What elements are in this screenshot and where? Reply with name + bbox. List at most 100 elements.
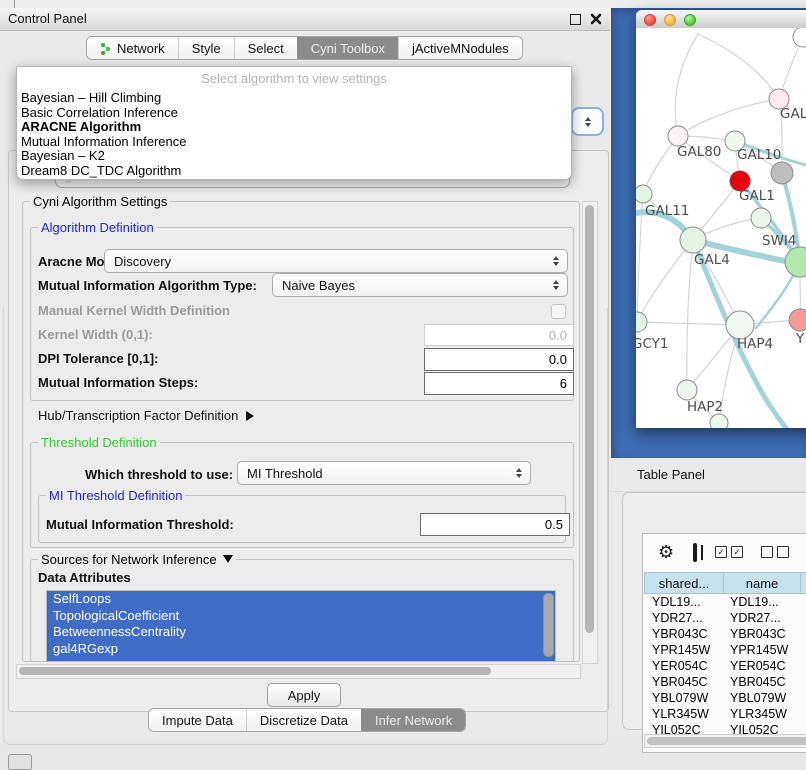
attribute-list-item-gal4rgexp[interactable]: gal4RGexp (47, 641, 555, 658)
mi-steps-label: Mutual Information Steps: (38, 375, 198, 390)
network-edge (637, 240, 693, 322)
table-cell: YPR145W (722, 642, 798, 658)
tab-discretize-data[interactable]: Discretize Data (246, 709, 361, 731)
mi-threshold-field[interactable]: 0.5 (420, 513, 570, 536)
algorithm-definition-title: Algorithm Definition (38, 220, 157, 235)
node-label-y: Y (795, 331, 805, 347)
minimize-traffic-light-icon[interactable] (664, 14, 676, 26)
tab-network[interactable]: Network (87, 37, 178, 59)
dpi-tolerance-field[interactable]: 0.0 (424, 348, 574, 371)
attribute-list-item-betweennesscentrality[interactable]: BetweennessCentrality (47, 624, 555, 641)
which-threshold-combobox[interactable]: MI Threshold (237, 461, 531, 485)
attribute-list-item-selfloops[interactable]: SelfLoops (47, 591, 555, 608)
node-gal4[interactable] (680, 227, 706, 253)
scrollbar-thumb[interactable] (19, 667, 491, 675)
scrollbar-thumb[interactable] (585, 205, 594, 633)
tab-label: jActiveMNodules (412, 41, 509, 56)
column-header-shared[interactable]: shared... (644, 572, 724, 594)
table-cell: YDL19... (644, 594, 722, 610)
table-row[interactable]: YPR145WYPR145W9. (644, 642, 806, 658)
node-label-hap2: HAP2 (687, 399, 723, 415)
tab-select[interactable]: Select (234, 37, 297, 59)
column-header-item[interactable] (801, 572, 806, 594)
manual-kernel-width-checkbox[interactable] (551, 304, 566, 319)
table-panel-title: Table Panel (637, 467, 705, 482)
table-cell: YDR27... (644, 610, 722, 626)
tab-impute-data[interactable]: Impute Data (149, 709, 246, 731)
table-row[interactable]: YER054CYER054C8. (644, 658, 806, 674)
kernel-width-field[interactable]: 0.0 (424, 324, 574, 346)
dropdown-item-dream8-dc-tdc-algorithm[interactable]: Dream8 DC_TDC Algorithm (17, 164, 571, 179)
node-gal80[interactable] (668, 126, 688, 146)
table-cell: YBR045C (722, 674, 798, 690)
mi-threshold-definition-title: MI Threshold Definition (46, 488, 185, 503)
mi-steps-field[interactable]: 6 (424, 372, 574, 395)
network-canvas[interactable]: GALGAL80GAL10GAL1GAL11SWI4GAL4GCY1HAP4YH… (636, 28, 806, 428)
table-row[interactable]: YDR27...YDR27...12 (644, 610, 806, 626)
dropdown-item-mutual-information-inference[interactable]: Mutual Information Inference (17, 135, 571, 150)
dropdown-item-bayesian-hill-climbing[interactable]: Bayesian – Hill Climbing (17, 91, 571, 106)
tab-cyni-toolbox[interactable]: Cyni Toolbox (297, 37, 398, 59)
deselect-all-icon[interactable] (761, 546, 789, 558)
close-icon[interactable] (590, 13, 602, 25)
dropdown-item-aracne-algorithm[interactable]: ARACNE Algorithm (17, 120, 571, 135)
network-window[interactable]: GALGAL80GAL10GAL1GAL11SWI4GAL4GCY1HAP4YH… (636, 10, 806, 428)
node-bottom[interactable] (710, 414, 728, 428)
float-window-icon[interactable] (570, 14, 581, 25)
settings-horizontal-scrollbar[interactable] (16, 664, 581, 679)
cyni-algorithm-settings-title: Cyni Algorithm Settings (30, 194, 170, 209)
gear-icon[interactable]: ⚙ (658, 543, 674, 561)
threshold-definition-title: Threshold Definition (38, 435, 160, 450)
data-attributes-label: Data Attributes (38, 570, 131, 585)
attribute-list-item[interactable] (47, 657, 555, 662)
node-salmon[interactable] (789, 309, 806, 331)
algorithm-combobox-stepper[interactable] (571, 107, 604, 136)
node-label-hap4: HAP4 (737, 336, 773, 352)
table-cell: YBL079W (722, 690, 798, 706)
node-gcy1[interactable] (636, 312, 647, 332)
table-row[interactable]: YLR345WYLR345W9. (644, 706, 806, 722)
control-panel: Control Panel NetworkStyleSelectCyni Too… (0, 8, 610, 738)
network-window-titlebar[interactable] (636, 10, 806, 29)
scrollbar-thumb[interactable] (647, 737, 806, 745)
collapsed-panel-icon[interactable] (8, 754, 32, 770)
table-row[interactable]: YBL079WYBL079W (644, 690, 806, 706)
node-hap2[interactable] (677, 380, 697, 400)
network-edge (678, 99, 779, 136)
table-cell: 13 (798, 594, 806, 610)
collapse-down-icon (223, 555, 233, 563)
close-traffic-light-icon[interactable] (644, 14, 656, 26)
sources-expander[interactable]: Sources for Network Inference (38, 552, 236, 567)
tab-style[interactable]: Style (178, 37, 234, 59)
settings-vertical-scrollbar[interactable] (582, 201, 598, 664)
node-green-right[interactable] (785, 247, 806, 277)
table-row[interactable]: YBR045CYBR045C9. (644, 674, 806, 690)
dropdown-item-basic-correlation-inference[interactable]: Basic Correlation Inference (17, 106, 571, 121)
attribute-list-item-topologicalcoefficient[interactable]: TopologicalCoefficient (47, 608, 555, 625)
hub-definition-expander[interactable]: Hub/Transcription Factor Definition (38, 408, 254, 423)
list-scrollbar-thumb[interactable] (543, 593, 554, 657)
table-row[interactable]: YBR043CYBR043C (644, 626, 806, 642)
data-attributes-list[interactable]: SelfLoopsTopologicalCoefficientBetweenne… (46, 590, 556, 662)
zoom-traffic-light-icon[interactable] (684, 14, 696, 26)
node-gal11[interactable] (636, 185, 652, 203)
node-gray[interactable] (771, 162, 793, 184)
table-row[interactable]: YDL19...YDL19...13 (644, 594, 806, 610)
mi-algorithm-type-combobox[interactable]: Naive Bayes (272, 273, 568, 297)
node-top-right[interactable] (793, 28, 806, 47)
table-cell: YPR145W (644, 642, 722, 658)
apply-button[interactable]: Apply (267, 683, 341, 707)
tab-label: Impute Data (162, 713, 233, 728)
node-hap4[interactable] (726, 311, 754, 339)
column-header-name[interactable]: name (724, 572, 801, 594)
dropdown-prompt: Select algorithm to view settings (17, 67, 571, 91)
split-columns-icon[interactable] (693, 543, 697, 562)
dropdown-item-bayesian-k2[interactable]: Bayesian – K2 (17, 149, 571, 164)
tab-jactivemnodules[interactable]: jActiveMNodules (398, 37, 522, 59)
network-edge (637, 322, 740, 325)
table-horizontal-scrollbar[interactable] (644, 734, 806, 748)
aracne-mode-combobox[interactable]: Discovery (104, 249, 568, 273)
tab-infer-network[interactable]: Infer Network (361, 709, 465, 731)
select-all-icon[interactable]: ✓✓ (715, 546, 743, 558)
node-gal1[interactable] (751, 208, 771, 228)
